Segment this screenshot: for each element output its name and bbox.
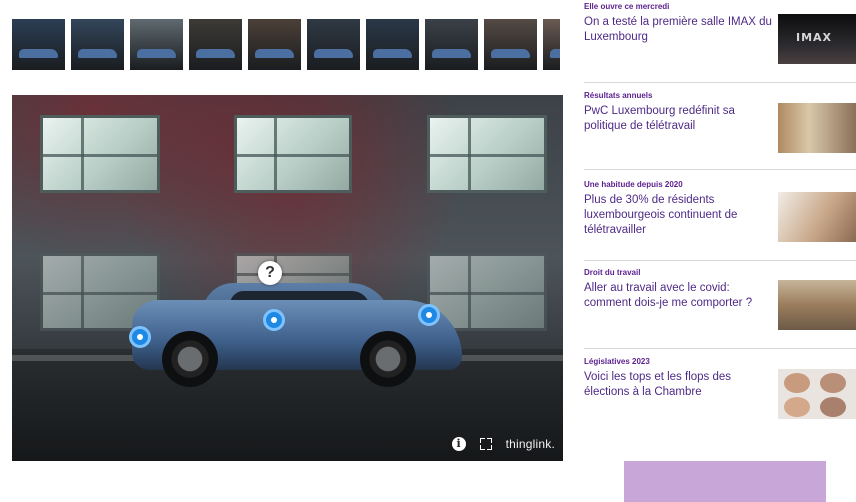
article-title[interactable]: Plus de 30% de résidents luxembourgeois … bbox=[584, 193, 772, 238]
info-icon[interactable]: i bbox=[451, 437, 466, 451]
fullscreen-icon[interactable] bbox=[479, 438, 492, 450]
gallery-thumbnail[interactable] bbox=[484, 19, 537, 70]
window bbox=[234, 115, 352, 193]
thumbnail-car-shape bbox=[550, 49, 560, 58]
gallery-thumbnail[interactable] bbox=[307, 19, 360, 70]
article-thumbnail[interactable] bbox=[778, 192, 856, 242]
ad-placeholder[interactable] bbox=[624, 461, 826, 502]
article-title[interactable]: Voici les tops et les flops des élection… bbox=[584, 370, 772, 400]
thumbnail-car-shape bbox=[373, 49, 412, 58]
thumbnail-image bbox=[366, 19, 419, 70]
window bbox=[427, 115, 547, 193]
thumbnail-car-shape bbox=[78, 49, 117, 58]
viewer-controls: i thinglink. bbox=[451, 437, 555, 451]
hotspot-rear[interactable] bbox=[418, 304, 440, 326]
gallery-thumbnail[interactable] bbox=[366, 19, 419, 70]
imax-logo: IMAX bbox=[796, 31, 833, 44]
hotspot-front[interactable] bbox=[129, 326, 151, 348]
hotspot-middle[interactable] bbox=[263, 309, 285, 331]
thumbnail-image bbox=[71, 19, 124, 70]
thumbnail-strip bbox=[12, 19, 560, 71]
gallery-thumbnail[interactable] bbox=[543, 19, 560, 70]
article-thumbnail[interactable] bbox=[778, 280, 856, 330]
article-thumbnail[interactable] bbox=[778, 103, 856, 153]
thumbnail-image bbox=[130, 19, 183, 70]
thinglink-brand-link[interactable]: thinglink. bbox=[506, 437, 555, 451]
article-item[interactable]: Législatives 2023 Voici les tops et les … bbox=[584, 357, 856, 437]
face bbox=[820, 397, 846, 417]
thumbnail-image bbox=[543, 19, 560, 70]
gallery-thumbnail[interactable] bbox=[189, 19, 242, 70]
thumbnail-image bbox=[189, 19, 242, 70]
help-hotspot[interactable]: ? bbox=[258, 261, 282, 285]
article-category: Une habitude depuis 2020 bbox=[584, 180, 683, 189]
article-title[interactable]: On a testé la première salle IMAX du Lux… bbox=[584, 15, 772, 45]
article-title[interactable]: Aller au travail avec le covid: comment … bbox=[584, 281, 772, 311]
article-thumbnail[interactable]: IMAX bbox=[778, 14, 856, 64]
thumbnail-car-shape bbox=[255, 49, 294, 58]
thumbnail-car-shape bbox=[491, 49, 530, 58]
image-viewer[interactable]: ? i thinglink. bbox=[12, 95, 563, 461]
front-wheel bbox=[162, 331, 218, 387]
thumbnail-image bbox=[307, 19, 360, 70]
article-category: Droit du travail bbox=[584, 268, 641, 277]
thumbnail-image bbox=[12, 19, 65, 70]
article-title[interactable]: PwC Luxembourg redéfinit sa politique de… bbox=[584, 104, 772, 134]
gallery-thumbnail[interactable] bbox=[425, 19, 478, 70]
thumbnail-image bbox=[484, 19, 537, 70]
thumbnail-image bbox=[248, 19, 301, 70]
article-item[interactable]: Une habitude depuis 2020 Plus de 30% de … bbox=[584, 180, 856, 261]
face bbox=[784, 397, 810, 417]
thumbnail-car-shape bbox=[196, 49, 235, 58]
window bbox=[40, 115, 160, 193]
thumbnail-car-shape bbox=[314, 49, 353, 58]
gallery-thumbnail[interactable] bbox=[248, 19, 301, 70]
article-category: Législatives 2023 bbox=[584, 357, 650, 366]
thumbnail-car-shape bbox=[432, 49, 471, 58]
article-item[interactable]: Résultats annuels PwC Luxembourg redéfin… bbox=[584, 91, 856, 170]
thumbnail-image bbox=[425, 19, 478, 70]
rear-wheel bbox=[360, 331, 416, 387]
thumbnail-car-shape bbox=[19, 49, 58, 58]
face bbox=[820, 373, 846, 393]
article-category: Résultats annuels bbox=[584, 91, 653, 100]
gallery-thumbnail[interactable] bbox=[12, 19, 65, 70]
article-item[interactable]: Elle ouvre ce mercredi On a testé la pre… bbox=[584, 2, 856, 83]
face bbox=[784, 373, 810, 393]
article-item[interactable]: Droit du travail Aller au travail avec l… bbox=[584, 268, 856, 349]
article-thumbnail[interactable] bbox=[778, 369, 856, 419]
gallery-thumbnail[interactable] bbox=[71, 19, 124, 70]
thumbnail-car-shape bbox=[137, 49, 176, 58]
article-category: Elle ouvre ce mercredi bbox=[584, 2, 670, 11]
gallery-thumbnail[interactable] bbox=[130, 19, 183, 70]
